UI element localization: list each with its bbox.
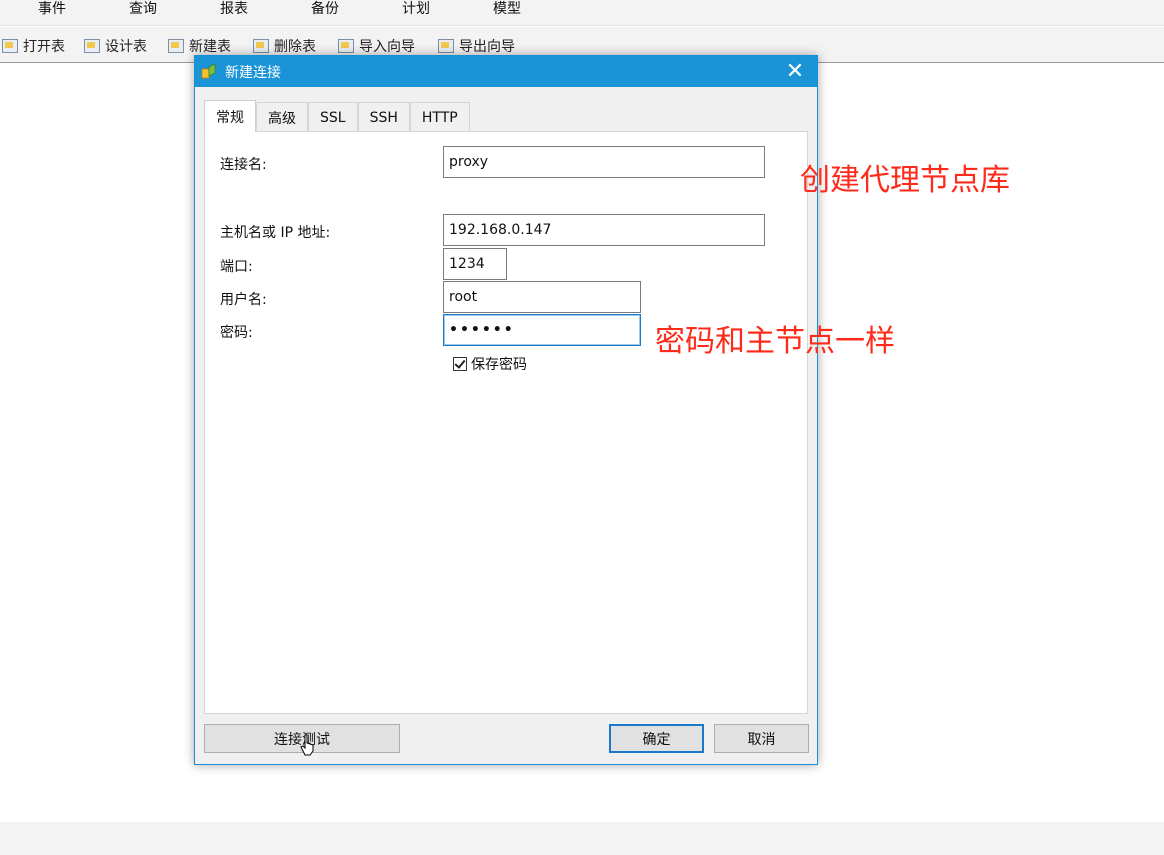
- new-table-button[interactable]: 新建表: [168, 36, 231, 56]
- menu-item-report[interactable]: 报表: [220, 0, 248, 18]
- mouse-cursor-icon: [300, 734, 314, 756]
- delete-table-label: 删除表: [274, 39, 316, 55]
- connection-annotation: 创建代理节点库: [800, 163, 1010, 198]
- connection-name-label: 连接名:: [220, 157, 267, 173]
- menu-item-events[interactable]: 事件: [38, 0, 66, 18]
- import-wizard-button[interactable]: 导入向导: [338, 36, 415, 56]
- host-label: 主机名或 IP 地址:: [220, 225, 331, 241]
- port-label: 端口:: [220, 259, 253, 275]
- design-table-icon: [84, 39, 100, 53]
- ok-button[interactable]: 确定: [609, 724, 704, 753]
- delete-table-button[interactable]: 删除表: [253, 36, 316, 56]
- password-annotation: 密码和主节点一样: [655, 324, 895, 359]
- save-password-checkbox[interactable]: 保存密码: [453, 354, 527, 374]
- connection-icon: [201, 63, 216, 79]
- export-wizard-icon: [438, 39, 454, 53]
- close-button[interactable]: ✕: [773, 56, 817, 87]
- delete-table-icon: [253, 39, 269, 53]
- tab-ssh[interactable]: SSH: [357, 102, 410, 132]
- open-table-icon: [2, 39, 18, 53]
- password-input[interactable]: [443, 314, 641, 346]
- general-panel: 连接名: 主机名或 IP 地址: 端口: 用户名: 密码: 保存密码: [204, 131, 808, 714]
- new-table-label: 新建表: [189, 39, 231, 55]
- menu-bar: 事件 查询 报表 备份 计划 模型: [0, 0, 1164, 26]
- import-wizard-label: 导入向导: [359, 39, 415, 55]
- new-connection-dialog: 新建连接 ✕ 常规 高级 SSL SSH HTTP 连接名: 主机名或 IP 地…: [194, 55, 818, 765]
- export-wizard-button[interactable]: 导出向导: [438, 36, 515, 56]
- host-input[interactable]: [443, 214, 765, 246]
- open-table-button[interactable]: 打开表: [2, 36, 65, 56]
- menu-item-model[interactable]: 模型: [493, 0, 521, 18]
- dialog-tabs: 常规 高级 SSL SSH HTTP: [204, 100, 470, 132]
- save-password-label: 保存密码: [471, 357, 527, 373]
- menu-item-backup[interactable]: 备份: [311, 0, 339, 18]
- design-table-label: 设计表: [105, 39, 147, 55]
- port-input[interactable]: [443, 248, 507, 280]
- close-icon: ✕: [785, 59, 805, 84]
- password-label: 密码:: [220, 325, 253, 341]
- tab-general[interactable]: 常规: [204, 100, 256, 132]
- new-table-icon: [168, 39, 184, 53]
- tab-http[interactable]: HTTP: [409, 102, 470, 132]
- status-bar: [0, 822, 1164, 855]
- import-wizard-icon: [338, 39, 354, 53]
- dialog-titlebar[interactable]: 新建连接 ✕: [195, 56, 817, 87]
- checkbox-checked-icon[interactable]: [453, 357, 467, 371]
- export-wizard-label: 导出向导: [459, 39, 515, 55]
- open-table-label: 打开表: [23, 39, 65, 55]
- design-table-button[interactable]: 设计表: [84, 36, 147, 56]
- username-label: 用户名:: [220, 292, 267, 308]
- menu-item-query[interactable]: 查询: [129, 0, 157, 18]
- menu-item-schedule[interactable]: 计划: [402, 0, 430, 18]
- tab-advanced[interactable]: 高级: [256, 102, 308, 132]
- cancel-button[interactable]: 取消: [714, 724, 809, 753]
- username-input[interactable]: [443, 281, 641, 313]
- dialog-title: 新建连接: [225, 65, 281, 81]
- tab-ssl[interactable]: SSL: [308, 102, 358, 132]
- connection-name-input[interactable]: [443, 146, 765, 178]
